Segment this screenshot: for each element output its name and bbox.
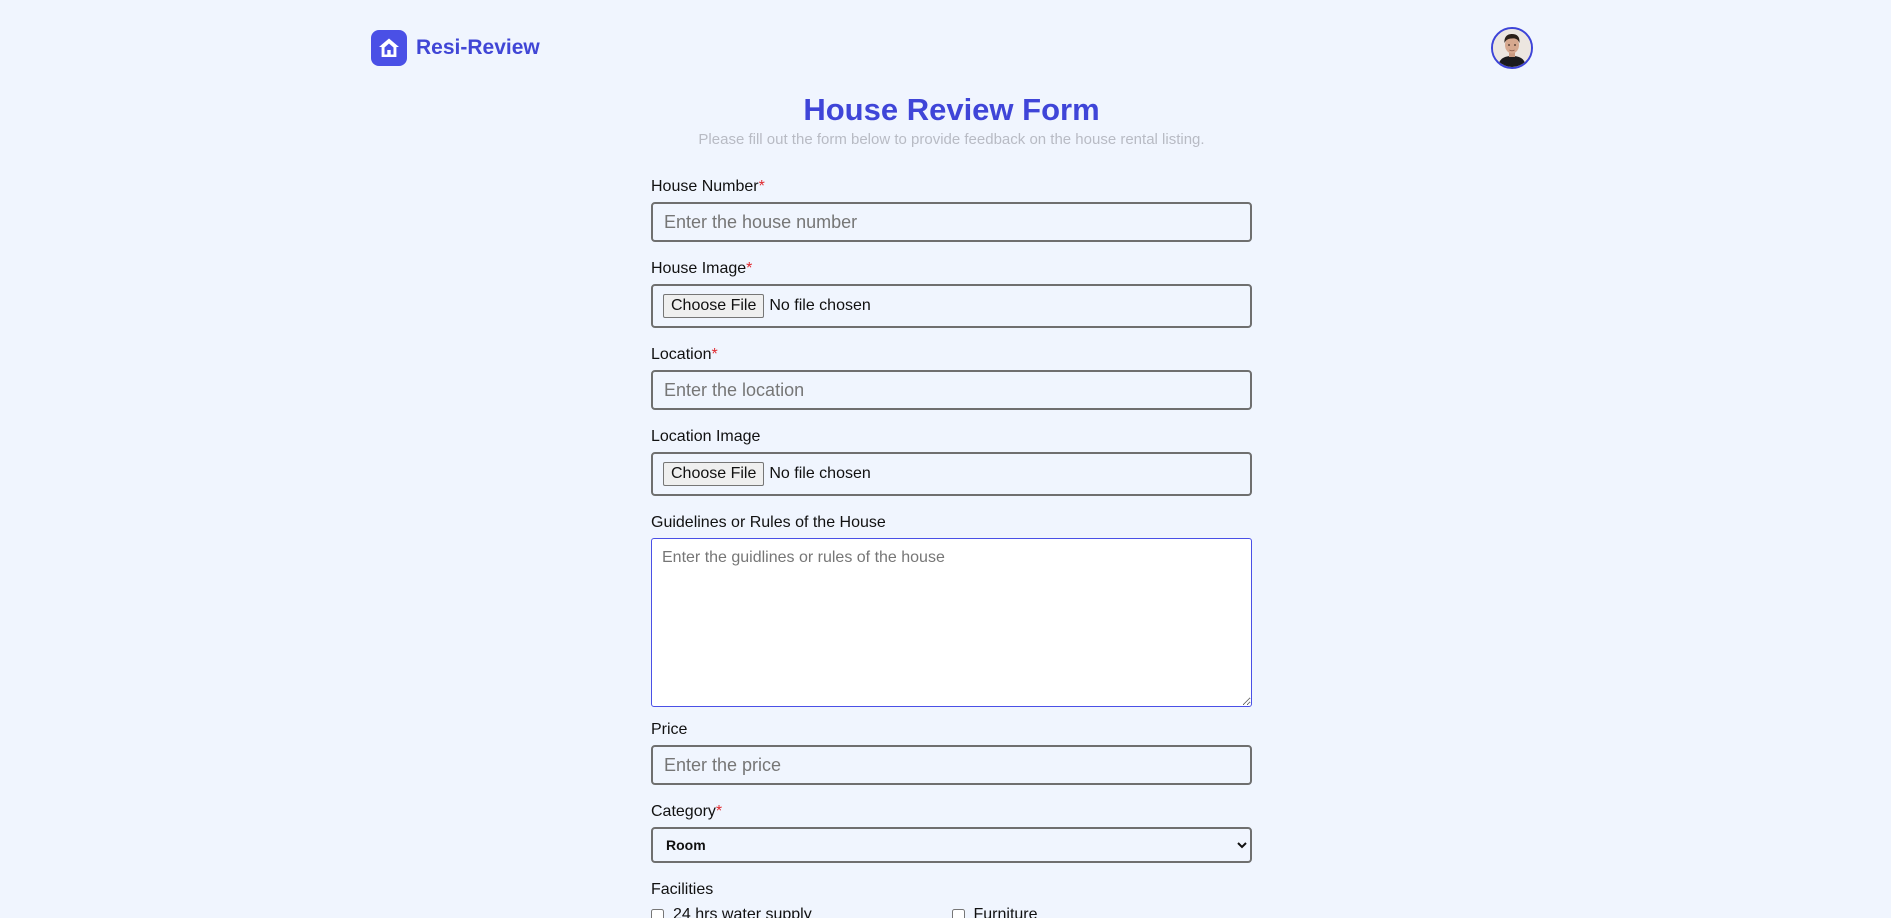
- facilities-checkbox-group: 24 hrs water supply Furniture: [651, 905, 1252, 918]
- location-label: Location*: [651, 346, 718, 363]
- house-number-input[interactable]: [651, 202, 1252, 242]
- location-image-file-status: No file chosen: [769, 465, 871, 482]
- furniture-checkbox[interactable]: [951, 908, 965, 918]
- category-label: Category*: [651, 803, 723, 820]
- facilities-label: Facilities: [651, 881, 714, 898]
- guidelines-textarea[interactable]: [651, 538, 1252, 707]
- facility-item-water-supply[interactable]: 24 hrs water supply: [651, 905, 952, 918]
- water-supply-checkbox[interactable]: [651, 908, 664, 918]
- house-image-label: House Image*: [651, 260, 753, 277]
- user-avatar[interactable]: [1491, 27, 1533, 69]
- house-icon: [371, 30, 407, 66]
- brand-logo[interactable]: Resi-Review: [371, 30, 540, 66]
- price-input[interactable]: [651, 745, 1252, 785]
- page-title: House Review Form: [803, 92, 1100, 127]
- category-select[interactable]: Room: [651, 827, 1252, 863]
- house-image-choose-file-button[interactable]: Choose File: [663, 294, 765, 318]
- required-mark: *: [746, 260, 753, 277]
- required-mark: *: [758, 178, 765, 195]
- top-header: Resi-Review: [0, 0, 1891, 96]
- house-image-file-status: No file chosen: [769, 297, 871, 314]
- house-number-label: House Number*: [651, 178, 765, 195]
- furniture-label: Furniture: [973, 906, 1038, 918]
- required-mark: *: [711, 346, 718, 363]
- location-image-label: Location Image: [651, 428, 761, 445]
- location-image-choose-file-button[interactable]: Choose File: [663, 462, 765, 486]
- facility-item-furniture[interactable]: Furniture: [951, 905, 1253, 918]
- price-label: Price: [651, 721, 688, 738]
- required-mark: *: [715, 803, 723, 820]
- form-heading: House Review Form Please fill out the fo…: [0, 91, 1891, 148]
- guidelines-label: Guidelines or Rules of the House: [651, 514, 886, 531]
- brand-name: Resi-Review: [416, 36, 540, 59]
- page-subtitle: Please fill out the form below to provid…: [698, 131, 1205, 148]
- house-image-file-input[interactable]: Choose File No file chosen: [651, 284, 1252, 328]
- location-input[interactable]: [651, 370, 1252, 410]
- house-review-form: House Number* House Image* Choose File N…: [651, 176, 1252, 918]
- water-supply-label: 24 hrs water supply: [673, 906, 812, 918]
- location-image-file-input[interactable]: Choose File No file chosen: [651, 452, 1252, 496]
